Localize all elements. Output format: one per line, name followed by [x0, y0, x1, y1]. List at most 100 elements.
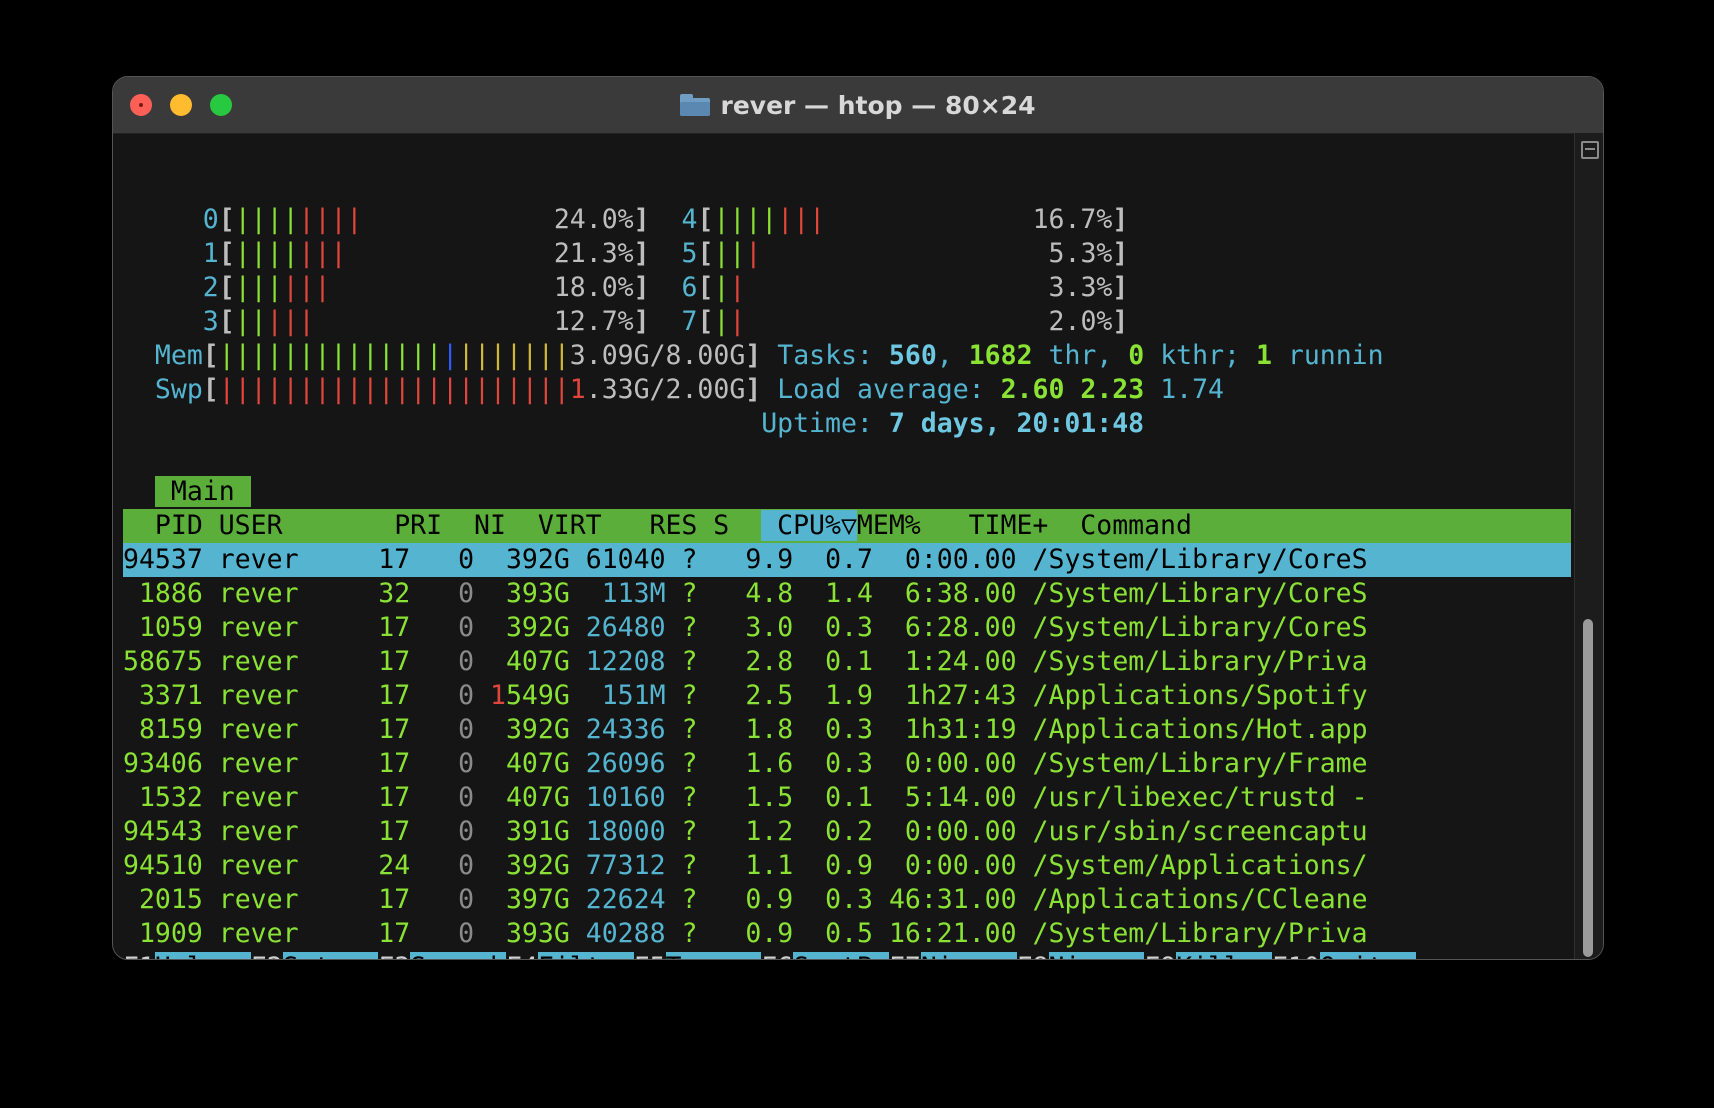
- process-time: 5:14.00: [872, 782, 1017, 813]
- process-row[interactable]: 2015 rever 17 0 397G 22624 ? 0.9 0.3 46:…: [123, 883, 1571, 917]
- fkey-label-kill[interactable]: Kill: [1176, 952, 1272, 959]
- process-time: 6:38.00: [872, 578, 1017, 609]
- fkey-label-tree[interactable]: Tree: [665, 952, 762, 959]
- process-nice: 0: [410, 850, 475, 881]
- process-priority: 17: [362, 816, 411, 847]
- load-label: Load average:: [777, 374, 1001, 405]
- process-nice: 0: [410, 782, 475, 813]
- process-user: rever: [218, 612, 363, 643]
- process-nice: 0: [410, 680, 475, 711]
- fkey-label-setup[interactable]: Setup: [282, 952, 379, 959]
- text-segment: [666, 816, 682, 847]
- process-nice: 0: [410, 646, 475, 677]
- cpu-bar-system: |||: [282, 272, 331, 303]
- process-virt-prefix: [474, 646, 506, 677]
- process-time: 0:00.00: [872, 816, 1017, 847]
- process-user: rever: [218, 850, 363, 881]
- process-state: ?: [681, 748, 698, 779]
- text-segment: [666, 850, 682, 881]
- process-row[interactable]: 94510 rever 24 0 392G 77312 ? 1.1 0.9 0:…: [123, 849, 1571, 883]
- process-res: 24336: [569, 714, 666, 745]
- meter-bracket: [: [202, 340, 219, 371]
- meter-bracket: ]: [633, 238, 650, 269]
- process-virt-prefix: [474, 748, 506, 779]
- text-segment: [330, 272, 553, 303]
- meter-bracket: ]: [1112, 238, 1129, 269]
- fkey-label-nice[interactable]: Nice +: [1048, 952, 1145, 959]
- cpu-percent: 5.3%: [1048, 238, 1113, 269]
- process-row[interactable]: 93406 rever 17 0 407G 26096 ? 1.6 0.3 0:…: [123, 747, 1571, 781]
- scroll-menu-icon[interactable]: [1581, 141, 1599, 159]
- cpu-percent: 12.7%: [553, 306, 634, 337]
- function-key-bar: F1Help F2Setup F3SearchF4FilterF5Tree F6…: [123, 951, 1571, 959]
- meter-bracket: ]: [1112, 306, 1129, 337]
- tab-main[interactable]: Main: [154, 476, 251, 507]
- process-cpu: 1.1: [697, 850, 794, 881]
- text-segment: [761, 374, 777, 405]
- process-nice: 0: [410, 748, 475, 779]
- column-header-cpu-sorted[interactable]: CPU%▽: [761, 510, 857, 541]
- process-res: 12208: [569, 646, 666, 677]
- process-row[interactable]: 3371 rever 17 0 1549G 151M ? 2.5 1.9 1h2…: [123, 679, 1571, 713]
- text-segment: [123, 408, 761, 439]
- scroll-thumb[interactable]: [1583, 619, 1593, 957]
- terminal-window: rever — htop — 80×24 0[|||||||| 24.0%] 4…: [112, 76, 1604, 960]
- fkey-label-search[interactable]: Search: [410, 952, 506, 959]
- fkey-label-nice[interactable]: Nice -: [920, 952, 1017, 959]
- process-row[interactable]: 1059 rever 17 0 392G 26480 ? 3.0 0.3 6:2…: [123, 611, 1571, 645]
- process-virt-prefix: [474, 816, 506, 847]
- text-segment: [203, 578, 219, 609]
- process-row[interactable]: 8159 rever 17 0 392G 24336 ? 1.8 0.3 1h3…: [123, 713, 1571, 747]
- cpu-percent: 16.7%: [1032, 204, 1113, 235]
- text-segment: [203, 714, 219, 745]
- text-segment: [666, 612, 682, 643]
- process-row[interactable]: 1909 rever 17 0 393G 40288 ? 0.9 0.5 16:…: [123, 917, 1571, 951]
- scrollbar[interactable]: [1574, 133, 1603, 959]
- text-segment: [123, 170, 139, 201]
- process-command: /System/Applications/: [1032, 850, 1368, 881]
- fkey-label-filter[interactable]: Filter: [537, 952, 634, 959]
- process-mem: 1.9: [793, 680, 873, 711]
- process-row[interactable]: 94537 rever 17 0 392G 61040 ? 9.9 0.7 0:…: [123, 543, 1571, 577]
- meter-bracket: [: [218, 238, 235, 269]
- process-virt: 393G: [505, 578, 570, 609]
- text-segment: [203, 816, 219, 847]
- process-res: 26096: [569, 748, 666, 779]
- cpu-percent: 18.0%: [553, 272, 634, 303]
- cpu-id: 4: [681, 204, 698, 235]
- process-row[interactable]: 58675 rever 17 0 407G 12208 ? 2.8 0.1 1:…: [123, 645, 1571, 679]
- tasks-count: 560: [888, 340, 937, 371]
- meter-bracket: [: [697, 238, 714, 269]
- text-segment: [666, 680, 682, 711]
- process-pid: 94510: [123, 850, 203, 881]
- process-res: 10160: [569, 782, 666, 813]
- fkey-f2: F2: [251, 952, 283, 959]
- process-row[interactable]: 94543 rever 17 0 391G 18000 ? 1.2 0.2 0:…: [123, 815, 1571, 849]
- process-virt-prefix: [474, 544, 506, 575]
- process-nice: 0: [410, 544, 475, 575]
- text-segment: [745, 272, 1048, 303]
- swp-value: .33G/2.00G: [585, 374, 746, 405]
- process-cpu: 2.5: [697, 680, 794, 711]
- process-row[interactable]: 1886 rever 32 0 393G 113M ? 4.8 1.4 6:38…: [123, 577, 1571, 611]
- process-virt: 392G: [505, 714, 570, 745]
- fkey-label-quit[interactable]: Quit: [1319, 952, 1416, 959]
- text-segment: [315, 306, 554, 337]
- process-mem: 0.3: [793, 612, 873, 643]
- htop-screen[interactable]: 0[|||||||| 24.0%] 4[||||||| 16.7%] 1[|||…: [123, 169, 1571, 959]
- process-virt: 397G: [505, 884, 570, 915]
- text-segment: [745, 306, 1048, 337]
- fkey-label-sortby[interactable]: SortBy: [793, 952, 889, 959]
- process-priority: 17: [362, 782, 411, 813]
- meter-bracket: ]: [745, 374, 762, 405]
- meter-bracket: ]: [633, 272, 650, 303]
- process-state: ?: [681, 544, 698, 575]
- process-time: 1h31:19: [872, 714, 1017, 745]
- fkey-label-help[interactable]: Help: [154, 952, 251, 959]
- process-user: rever: [218, 748, 363, 779]
- process-command: /usr/libexec/trustd -: [1032, 782, 1368, 813]
- fkey-f1: F1: [123, 952, 155, 959]
- process-row[interactable]: 1532 rever 17 0 407G 10160 ? 1.5 0.1 5:1…: [123, 781, 1571, 815]
- text-segment: [1192, 510, 1603, 541]
- process-command: /System/Library/Priva: [1032, 646, 1368, 677]
